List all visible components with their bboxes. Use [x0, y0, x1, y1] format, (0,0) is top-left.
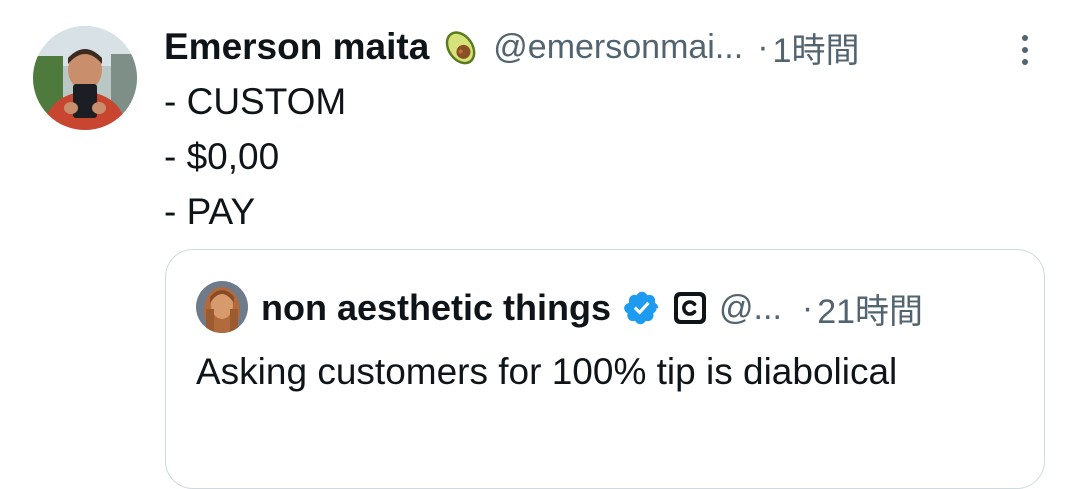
author-avatar[interactable]: [33, 26, 137, 130]
quoted-tweet-header: non aesthetic things @... · 21時間: [261, 280, 1031, 336]
author-name[interactable]: Emerson maita: [164, 26, 429, 68]
quoted-tweet-timestamp[interactable]: 21時間: [817, 284, 923, 333]
more-options-icon[interactable]: [1010, 30, 1040, 70]
quoted-author-avatar[interactable]: [196, 281, 248, 333]
author-handle[interactable]: @emersonmai...: [493, 28, 743, 67]
more-dot: [1022, 35, 1028, 41]
tweet-line: - CUSTOM: [164, 81, 347, 122]
tweet[interactable]: Emerson maita @emersonmai... · 1時間 - CUS…: [0, 0, 1080, 489]
tweet-text: - CUSTOM - $0,00 - PAY: [164, 74, 346, 239]
separator-dot: ·: [801, 288, 814, 327]
verified-badge-icon[interactable]: [623, 289, 661, 327]
tweet-timestamp[interactable]: 1時間: [773, 23, 860, 72]
more-dot: [1022, 59, 1028, 65]
tweet-line: - PAY: [164, 191, 256, 232]
quoted-tweet-text: Asking customers for 100% tip is diaboli…: [196, 351, 898, 392]
avocado-icon: [439, 26, 481, 68]
affiliate-c-icon[interactable]: [673, 291, 707, 325]
quoted-tweet-card[interactable]: non aesthetic things @... · 21時間 Asking …: [165, 249, 1045, 489]
tweet-header: Emerson maita @emersonmai... · 1時間: [164, 22, 1044, 72]
quoted-author-name[interactable]: non aesthetic things: [261, 287, 611, 329]
quoted-author-handle[interactable]: @...: [719, 289, 782, 328]
separator-dot: ·: [757, 27, 769, 66]
more-dot: [1022, 47, 1028, 53]
tweet-line: - $0,00: [164, 136, 280, 177]
